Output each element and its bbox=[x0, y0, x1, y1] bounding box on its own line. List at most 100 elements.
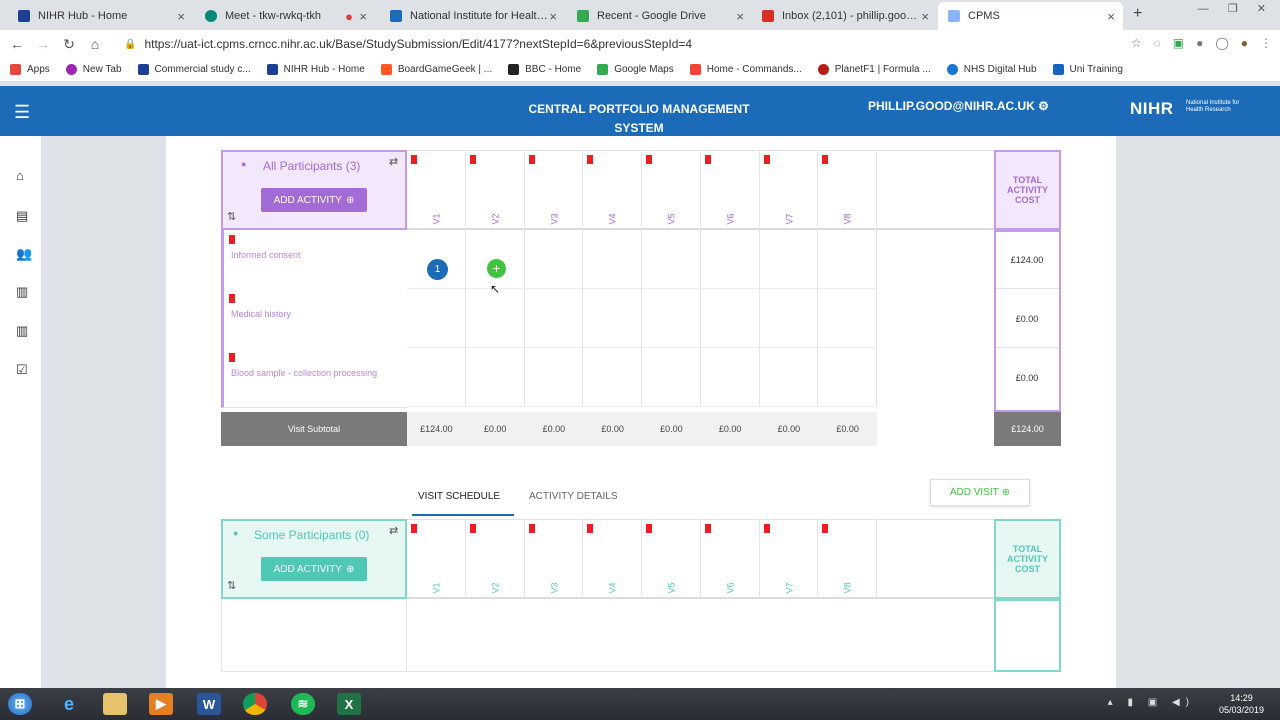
book-icon[interactable]: ▥ bbox=[16, 284, 28, 300]
bookmark[interactable]: BBC - Home bbox=[508, 64, 581, 75]
browser-tab[interactable]: Recent - Google Drive × bbox=[567, 2, 752, 30]
media-player-icon[interactable]: ▶ bbox=[149, 693, 173, 715]
browser-tab-active[interactable]: CPMS × bbox=[938, 2, 1123, 30]
bookmark[interactable]: BoardGameGeek | ... bbox=[380, 64, 492, 75]
extension-icon[interactable]: ▣ bbox=[1173, 36, 1184, 50]
clock[interactable]: 14:29 05/03/2019 bbox=[1219, 692, 1264, 716]
schedule-cell[interactable] bbox=[524, 230, 584, 289]
tab-visit-schedule[interactable]: VISIT SCHEDULE bbox=[418, 491, 500, 502]
close-icon[interactable]: × bbox=[736, 9, 744, 24]
avatar[interactable]: ● bbox=[1241, 36, 1248, 50]
visit-flag-marker[interactable] bbox=[704, 155, 711, 164]
bookmark[interactable]: Uni Training bbox=[1052, 64, 1123, 75]
visit-flag-marker[interactable] bbox=[704, 524, 711, 533]
window-controls[interactable]: — ❐ ✕ bbox=[1198, 2, 1274, 15]
close-icon[interactable]: × bbox=[359, 9, 367, 24]
visit-flag-marker[interactable] bbox=[411, 524, 417, 533]
schedule-cell[interactable] bbox=[583, 348, 642, 407]
schedule-cell[interactable] bbox=[524, 289, 584, 348]
visit-flag-marker[interactable] bbox=[587, 155, 594, 164]
schedule-cell[interactable] bbox=[642, 230, 701, 289]
hamburger-menu-icon[interactable]: ☰ bbox=[14, 102, 30, 123]
visit-flag-marker[interactable] bbox=[528, 524, 535, 533]
activity-name[interactable]: Medical history bbox=[231, 309, 291, 319]
tab-activity-details[interactable]: ACTIVITY DETAILS bbox=[529, 491, 618, 502]
internet-explorer-icon[interactable]: e bbox=[57, 693, 81, 715]
spotify-icon[interactable]: ≋ bbox=[291, 693, 315, 715]
home-icon[interactable]: ⌂ bbox=[16, 168, 24, 183]
schedule-cell[interactable] bbox=[759, 348, 819, 407]
bookmark[interactable]: NHS Digital Hub bbox=[946, 64, 1037, 75]
schedule-cell[interactable] bbox=[407, 348, 466, 407]
word-icon[interactable]: W bbox=[197, 693, 221, 715]
checklist-icon[interactable]: ☑ bbox=[16, 362, 28, 378]
visit-flag-marker[interactable] bbox=[587, 524, 594, 533]
clipboard-icon[interactable]: ▤ bbox=[16, 208, 28, 224]
activity-flag-marker[interactable] bbox=[229, 235, 235, 244]
schedule-cell[interactable] bbox=[583, 289, 642, 348]
close-icon[interactable]: × bbox=[1107, 9, 1115, 24]
star-icon[interactable]: ☆ bbox=[1131, 36, 1142, 50]
add-activity-cell-icon[interactable]: + bbox=[487, 259, 506, 278]
visit-flag-marker[interactable] bbox=[763, 155, 770, 164]
home-icon[interactable]: ⌂ bbox=[82, 36, 108, 52]
bookmark[interactable]: New Tab bbox=[65, 64, 122, 75]
start-button-icon[interactable]: ⊞ bbox=[8, 693, 32, 715]
visit-flag-marker[interactable] bbox=[646, 524, 652, 533]
visit-flag-marker[interactable] bbox=[763, 524, 770, 533]
browser-tab[interactable]: Inbox (2,101) - phillip.good@ × bbox=[752, 2, 937, 30]
schedule-cell[interactable] bbox=[407, 289, 466, 348]
schedule-cell[interactable] bbox=[465, 289, 525, 348]
people-icon[interactable]: 👥 bbox=[16, 246, 32, 262]
schedule-cell[interactable] bbox=[700, 230, 760, 289]
user-menu[interactable]: PHILLIP.GOOD@NIHR.AC.UK ⚙ bbox=[868, 99, 1049, 113]
sort-icon[interactable]: ⇅ bbox=[227, 579, 236, 592]
forward-icon[interactable]: → bbox=[30, 36, 56, 52]
browser-tab[interactable]: Meet - tkw-rwkq-tkh ● × bbox=[195, 2, 375, 30]
back-icon[interactable]: ← bbox=[4, 36, 30, 52]
extension-icon[interactable]: ● bbox=[1196, 36, 1203, 50]
swap-icon[interactable]: ⇄ bbox=[389, 155, 398, 168]
schedule-cell[interactable] bbox=[759, 289, 819, 348]
bookmark[interactable]: Commercial study c... bbox=[137, 64, 251, 75]
visit-flag-marker[interactable] bbox=[822, 524, 829, 533]
schedule-cell[interactable] bbox=[583, 230, 642, 289]
schedule-cell[interactable] bbox=[700, 289, 760, 348]
visit-flag-marker[interactable] bbox=[469, 524, 476, 533]
close-icon[interactable]: × bbox=[177, 9, 185, 24]
schedule-cell[interactable] bbox=[700, 348, 760, 407]
visit-flag-marker[interactable] bbox=[528, 155, 535, 164]
visit-flag-marker[interactable] bbox=[411, 155, 417, 164]
bookmark-apps[interactable]: Apps bbox=[10, 64, 50, 75]
system-tray[interactable]: ▴ ▮ ▣ ◀) bbox=[1108, 697, 1195, 708]
schedule-cell[interactable] bbox=[465, 348, 525, 407]
extension-icon[interactable]: ◌ bbox=[1154, 36, 1161, 50]
chrome-icon[interactable] bbox=[243, 693, 267, 715]
file-explorer-icon[interactable] bbox=[103, 693, 127, 715]
book-icon[interactable]: ▥ bbox=[16, 323, 28, 339]
schedule-cell[interactable] bbox=[524, 348, 584, 407]
schedule-cell[interactable] bbox=[818, 289, 877, 348]
schedule-cell[interactable] bbox=[642, 348, 701, 407]
menu-icon[interactable]: ⋮ bbox=[1260, 36, 1272, 50]
add-activity-button[interactable]: ADD ACTIVITY ⊕ bbox=[261, 557, 367, 581]
extension-icon[interactable]: ◯ bbox=[1215, 36, 1228, 50]
schedule-cell[interactable] bbox=[818, 230, 877, 289]
close-icon[interactable]: × bbox=[921, 9, 929, 24]
schedule-cell[interactable] bbox=[759, 230, 819, 289]
gear-icon[interactable]: ⚙ bbox=[1038, 99, 1049, 113]
activity-count-badge[interactable]: 1 bbox=[427, 259, 448, 280]
bookmark[interactable]: NIHR Hub - Home bbox=[266, 64, 365, 75]
add-visit-button[interactable]: ADD VISIT ⊕ bbox=[930, 479, 1030, 506]
new-tab-button[interactable]: + bbox=[1133, 5, 1142, 23]
add-activity-button[interactable]: ADD ACTIVITY ⊕ bbox=[261, 188, 367, 212]
info-icon[interactable]: ● bbox=[241, 159, 246, 169]
schedule-cell[interactable] bbox=[818, 348, 877, 407]
activity-name[interactable]: Informed consent bbox=[231, 250, 301, 260]
visit-flag-marker[interactable] bbox=[646, 155, 652, 164]
bookmark[interactable]: Home - Commands... bbox=[689, 64, 802, 75]
visit-flag-marker[interactable] bbox=[469, 155, 476, 164]
visit-flag-marker[interactable] bbox=[822, 155, 829, 164]
close-icon[interactable]: × bbox=[549, 9, 557, 24]
bookmark[interactable]: Google Maps bbox=[597, 64, 674, 75]
